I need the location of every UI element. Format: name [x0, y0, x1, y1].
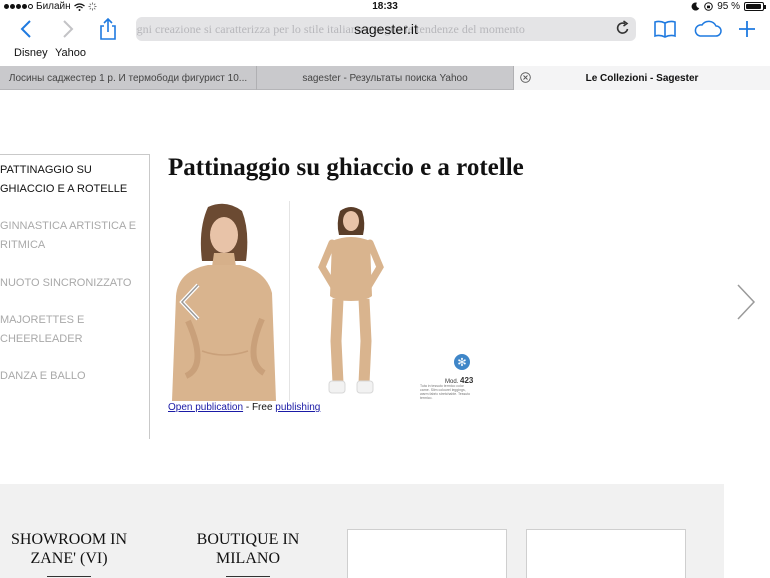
- publication-next-button[interactable]: [734, 283, 758, 326]
- sidebar-item-majorettes[interactable]: Majorettes e cheerleader: [0, 311, 146, 349]
- footer: SHOWROOM IN ZANE' (VI) BOUTIQUE IN MILAN…: [0, 484, 724, 578]
- category-sidebar: Pattinaggio su ghiaccio e a rotelle Ginn…: [0, 154, 150, 439]
- open-publication-link[interactable]: Open publication: [168, 402, 243, 413]
- publication-viewer[interactable]: ✻ Mod. 423 Tuta in tessuto termico color…: [168, 201, 473, 401]
- sidebar-top-rule: [0, 154, 150, 155]
- new-tab-button[interactable]: [735, 14, 759, 44]
- reload-icon: [616, 20, 629, 34]
- sidebar-item-nuoto[interactable]: Nuoto sincronizzato: [0, 274, 146, 293]
- footer-box-1: [347, 529, 507, 578]
- battery-percent: 95 %: [717, 1, 740, 12]
- forward-button[interactable]: [56, 14, 80, 44]
- tab-bar: Лосины саджестер 1 р. И термободи фигури…: [0, 66, 770, 90]
- address-url: sagester.it: [354, 21, 418, 37]
- footer-showroom-line1: SHOWROOM IN: [11, 531, 127, 548]
- page-divider: [289, 201, 290, 401]
- model-description: Tuta in tessuto termico color carne. Sli…: [420, 384, 471, 400]
- footer-boutique[interactable]: BOUTIQUE IN MILANO: [173, 530, 323, 577]
- publication-links: Open publication - Free publishing: [168, 402, 320, 413]
- share-button[interactable]: [96, 14, 120, 44]
- tab-le-collezioni[interactable]: Le Collezioni - Sagester: [514, 66, 770, 90]
- browser-toolbar: Ogni creazione si caratterizza per lo st…: [0, 14, 770, 44]
- address-bar[interactable]: Ogni creazione si caratterizza per lo st…: [136, 17, 636, 41]
- footer-boutique-line1: BOUTIQUE IN: [196, 531, 300, 548]
- sidebar-item-danza[interactable]: Danza e ballo: [0, 367, 146, 386]
- tab-title: sagester - Результаты поиска Yahoo: [302, 72, 468, 84]
- status-bar: Билайн 18:33 95 %: [0, 0, 770, 14]
- back-arrow-icon: [20, 20, 31, 38]
- orientation-lock-icon: [704, 2, 714, 11]
- publishing-link[interactable]: publishing: [275, 402, 320, 413]
- footer-boutique-line2: MILANO: [216, 550, 280, 567]
- sidebar-item-pattinaggio[interactable]: Pattinaggio su ghiaccio e a rotelle: [0, 161, 146, 199]
- footer-showroom-rule: [47, 576, 91, 577]
- tab-saggester-leggings[interactable]: Лосины саджестер 1 р. И термободи фигури…: [0, 66, 257, 90]
- chevron-left-icon: [179, 283, 200, 321]
- reload-button[interactable]: [616, 20, 630, 41]
- tab-title: Лосины саджестер 1 р. И термободи фигури…: [8, 72, 248, 84]
- back-button[interactable]: [14, 14, 38, 44]
- page-title: Pattinaggio su ghiaccio e a rotelle: [168, 154, 524, 181]
- share-icon: [100, 17, 116, 40]
- footer-showroom-line2: ZANE' (VI): [30, 550, 108, 567]
- footer-box-2: [526, 529, 686, 578]
- publication-prev-button[interactable]: [178, 283, 202, 326]
- icloud-tabs-button[interactable]: [692, 14, 724, 44]
- footer-showroom[interactable]: SHOWROOM IN ZANE' (VI): [0, 530, 144, 577]
- chevron-right-icon: [736, 283, 757, 321]
- icloud-tabs-icon: [694, 20, 722, 37]
- reading-list-icon: [654, 20, 676, 38]
- sidebar-item-ginnastica[interactable]: Ginnastica artistica e ritmica: [0, 217, 146, 255]
- footer-boutique-rule: [226, 576, 270, 577]
- battery-icon: [744, 2, 766, 11]
- tab-close-button[interactable]: [520, 72, 531, 86]
- tab-close-icon: [520, 72, 531, 83]
- bookmark-yahoo[interactable]: Yahoo: [55, 47, 86, 59]
- moon-icon: [691, 2, 700, 11]
- reading-list-button[interactable]: [652, 14, 678, 44]
- snowflake-icon: ✻: [454, 354, 470, 370]
- status-right: 95 %: [691, 1, 766, 12]
- model-fullbody-image: [296, 201, 473, 401]
- battery-level: [746, 4, 762, 9]
- bookmark-disney[interactable]: Disney: [14, 47, 48, 59]
- tab-yahoo-search[interactable]: sagester - Результаты поиска Yahoo: [257, 66, 514, 90]
- forward-arrow-icon: [63, 20, 74, 38]
- tab-title: Le Collezioni - Sagester: [585, 72, 699, 84]
- catalog-photo-fullbody: [296, 201, 473, 401]
- status-time: 18:33: [372, 1, 398, 12]
- new-tab-icon: [739, 21, 755, 37]
- free-label: - Free: [243, 402, 276, 413]
